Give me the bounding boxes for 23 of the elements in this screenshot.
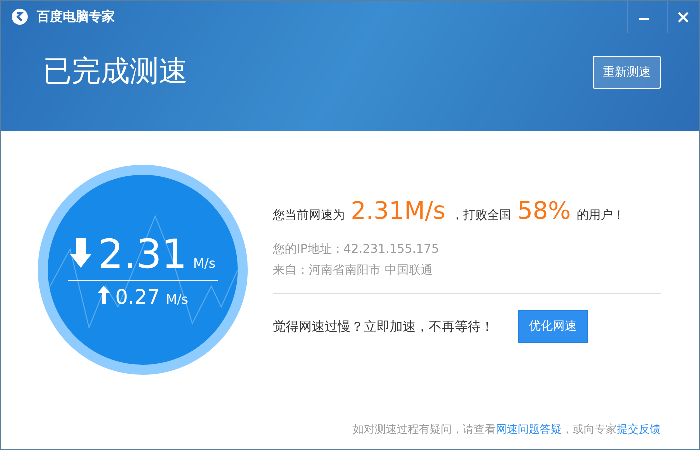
percent-result: 58%	[518, 197, 572, 225]
download-arrow-icon	[70, 238, 92, 268]
detail-text: 您的IP地址：42.231.155.175	[273, 241, 440, 258]
upload-speed: 0.27	[116, 284, 160, 308]
download-speed: 2.31	[98, 232, 188, 278]
detail-text: 来自：河南省南阳市 中国联通	[273, 262, 434, 279]
faq-link[interactable]: 网速问题答疑	[496, 422, 562, 436]
retest-button[interactable]: 重新测速	[593, 56, 661, 88]
close-icon	[678, 12, 689, 22]
result-text: ，打败全国	[452, 207, 512, 224]
window-title: 百度电脑专家	[37, 8, 116, 26]
logo-icon	[11, 8, 29, 26]
speed-result: 2.31M/s	[351, 197, 446, 225]
optimize-button[interactable]: 优化网速	[518, 310, 588, 343]
upload-unit: M/s	[166, 292, 188, 308]
feedback-link[interactable]: 提交反馈	[617, 422, 661, 436]
footer-text: 如对测速过程有疑问，请查看网速问题答疑，或向专家提交反馈	[353, 422, 661, 436]
boost-text: 觉得网速过慢？立即加速，不再等待！	[273, 318, 494, 336]
result-text: 您当前网速为	[273, 207, 345, 224]
result-text: 的用户！	[577, 207, 626, 224]
download-unit: M/s	[193, 256, 216, 272]
upload-arrow-icon	[98, 286, 110, 304]
page-heading: 已完成测速	[43, 53, 188, 90]
